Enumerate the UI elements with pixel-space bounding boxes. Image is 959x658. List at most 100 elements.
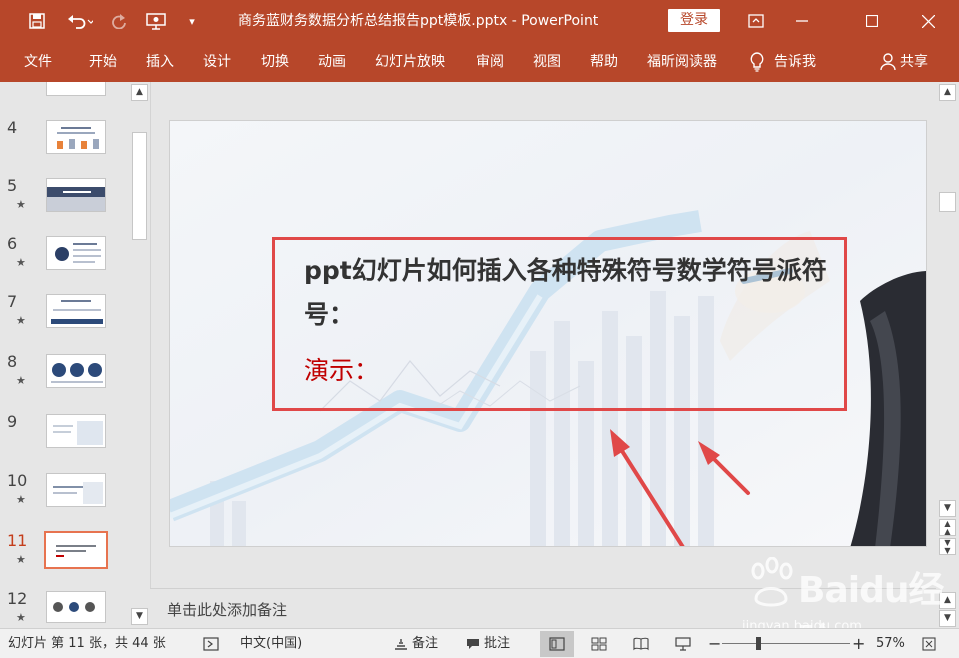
animation-star-icon: ★ bbox=[16, 314, 26, 327]
slide-number: 9 bbox=[7, 412, 18, 431]
notes-icon bbox=[395, 639, 407, 650]
redo-icon[interactable] bbox=[106, 0, 132, 42]
present-icon[interactable] bbox=[142, 0, 170, 42]
tab-help[interactable]: 帮助 bbox=[590, 42, 618, 82]
slide-number: 6 bbox=[7, 234, 18, 253]
slide-number: 5 bbox=[7, 176, 18, 195]
slide-demo-text[interactable]: 演示： bbox=[304, 349, 379, 393]
save-icon[interactable] bbox=[24, 0, 50, 42]
animation-star-icon: ★ bbox=[16, 553, 26, 566]
tab-review[interactable]: 审阅 bbox=[476, 42, 504, 82]
animation-star-icon: ★ bbox=[16, 198, 26, 211]
lightbulb-icon bbox=[750, 52, 764, 72]
slide-number: 12 bbox=[7, 589, 28, 608]
animation-star-icon: ★ bbox=[16, 374, 26, 387]
share-label: 共享 bbox=[900, 54, 928, 70]
tab-insert[interactable]: 插入 bbox=[146, 42, 174, 82]
slide-thumbnail-6[interactable]: 6 ★ bbox=[0, 234, 130, 292]
customize-icon[interactable]: ▾ bbox=[182, 0, 202, 42]
slide-scrollbar[interactable]: ▲ ▼ ▲ ▲ ▼ ▼ ▲ ▼ bbox=[936, 82, 959, 628]
comments-label: 批注 bbox=[484, 636, 511, 651]
comments-toggle-button[interactable]: 批注 bbox=[466, 629, 510, 658]
zoom-out-icon[interactable]: − bbox=[708, 629, 721, 658]
tab-view[interactable]: 视图 bbox=[533, 42, 561, 82]
slide-thumbnail-7[interactable]: 7 ★ bbox=[0, 292, 130, 350]
slide-number: 4 bbox=[7, 118, 18, 137]
tell-me-label: 告诉我 bbox=[774, 54, 816, 70]
window-title: 商务蓝财务数据分析总结报告ppt模板.pptx - PowerPoint bbox=[238, 13, 599, 29]
share-button[interactable]: 共享 bbox=[880, 42, 928, 82]
slide-thumbnail-4[interactable]: 4 bbox=[0, 118, 130, 176]
slide-count: 幻灯片 第 11 张，共 44 张 bbox=[8, 636, 166, 651]
ribbon-display-icon[interactable] bbox=[733, 0, 779, 42]
tab-transitions[interactable]: 切换 bbox=[261, 42, 289, 82]
login-button[interactable]: 登录 bbox=[668, 9, 720, 32]
zoom-level[interactable]: 57% bbox=[876, 629, 905, 658]
slide-number: 8 bbox=[7, 352, 18, 371]
slide-sorter-view-icon[interactable] bbox=[582, 631, 616, 657]
language-indicator[interactable]: 中文(中国) bbox=[240, 629, 302, 658]
notes-toggle-button[interactable]: 备注 bbox=[394, 629, 438, 658]
slide-canvas[interactable]: ppt幻灯片如何插入各种特殊符号数学符号派符号： 演示： bbox=[169, 120, 927, 547]
slide-thumbnail-11[interactable]: 11 ★ bbox=[0, 531, 130, 589]
accessibility-icon[interactable] bbox=[203, 629, 221, 658]
reading-view-icon[interactable] bbox=[624, 631, 658, 657]
scrollbar-thumb[interactable] bbox=[939, 192, 956, 212]
slideshow-view-icon[interactable] bbox=[666, 631, 700, 657]
slide-number: 11 bbox=[7, 531, 28, 550]
thumbnail-pane: 4 5 ★ 6 ★ 7 ★ 8 ★ 9 10 ★ 11 ★ 12 ★ ▲ ▼ bbox=[0, 82, 150, 628]
zoom-slider-thumb[interactable] bbox=[756, 637, 761, 650]
status-bar: 幻灯片 第 11 张，共 44 张 中文(中国) 备注 批注 − + 57% bbox=[0, 628, 959, 658]
slide-preview bbox=[46, 120, 106, 154]
next-slide-icon[interactable]: ▼ ▼ bbox=[939, 538, 956, 555]
slide-preview bbox=[46, 473, 106, 507]
minimize-icon[interactable] bbox=[779, 0, 825, 42]
scroll-up-icon[interactable]: ▲ bbox=[939, 84, 956, 101]
tab-foxit-reader[interactable]: 福昕阅读器 bbox=[647, 42, 717, 82]
previous-slide-icon[interactable]: ▲ ▲ bbox=[939, 519, 956, 536]
tab-home[interactable]: 开始 bbox=[89, 42, 117, 82]
ribbon-tabs: 文件 开始 插入 设计 切换 动画 幻灯片放映 审阅 视图 帮助 福昕阅读器 告… bbox=[0, 42, 959, 82]
scroll-down-icon[interactable]: ▼ bbox=[131, 608, 148, 625]
comment-icon bbox=[467, 639, 479, 649]
normal-view-icon[interactable] bbox=[540, 631, 574, 657]
paw-logo-icon bbox=[751, 557, 793, 607]
zoom-slider-track[interactable] bbox=[722, 643, 850, 644]
tab-slideshow[interactable]: 幻灯片放映 bbox=[375, 42, 445, 82]
tab-design[interactable]: 设计 bbox=[203, 42, 231, 82]
scroll-up-icon[interactable]: ▲ bbox=[131, 84, 148, 101]
maximize-icon[interactable] bbox=[849, 0, 895, 42]
person-icon bbox=[880, 53, 896, 71]
notes-placeholder[interactable]: 单击此处添加备注 bbox=[167, 599, 287, 620]
tab-animations[interactable]: 动画 bbox=[318, 42, 346, 82]
slide-thumbnail-5[interactable]: 5 ★ bbox=[0, 176, 130, 234]
slide-preview bbox=[46, 591, 106, 623]
slide-thumbnail-8[interactable]: 8 ★ bbox=[0, 352, 130, 410]
tell-me-button[interactable]: 告诉我 bbox=[750, 42, 816, 82]
slide-thumbnail-10[interactable]: 10 ★ bbox=[0, 471, 130, 529]
thumbnail-scrollbar[interactable]: ▲ ▼ bbox=[130, 82, 149, 628]
scroll-down-icon[interactable]: ▼ bbox=[939, 500, 956, 517]
slide-preview bbox=[44, 531, 108, 569]
slide-number: 7 bbox=[7, 292, 18, 311]
animation-star-icon: ★ bbox=[16, 611, 26, 624]
slide-preview bbox=[46, 178, 106, 212]
slide-thumbnail-partial[interactable] bbox=[46, 82, 106, 96]
slide-title[interactable]: ppt幻灯片如何插入各种特殊符号数学符号派符号： bbox=[304, 249, 834, 337]
slide-preview bbox=[46, 236, 106, 270]
undo-icon[interactable] bbox=[60, 0, 100, 42]
notes-label: 备注 bbox=[412, 636, 439, 651]
title-bar: ▾ 商务蓝财务数据分析总结报告ppt模板.pptx - PowerPoint 登… bbox=[0, 0, 959, 42]
slide-preview bbox=[46, 414, 106, 448]
close-icon[interactable] bbox=[905, 0, 951, 42]
fit-to-window-icon[interactable] bbox=[922, 629, 936, 658]
zoom-in-icon[interactable]: + bbox=[852, 629, 865, 658]
slide-preview bbox=[46, 294, 106, 328]
slide-preview bbox=[46, 354, 106, 388]
slide-number: 10 bbox=[7, 471, 28, 490]
slide-thumbnail-9[interactable]: 9 bbox=[0, 412, 130, 470]
scrollbar-thumb[interactable] bbox=[132, 132, 147, 240]
slide-editing-area: ppt幻灯片如何插入各种特殊符号数学符号派符号： 演示： bbox=[150, 82, 936, 588]
animation-star-icon: ★ bbox=[16, 256, 26, 269]
tab-file[interactable]: 文件 bbox=[24, 42, 52, 82]
